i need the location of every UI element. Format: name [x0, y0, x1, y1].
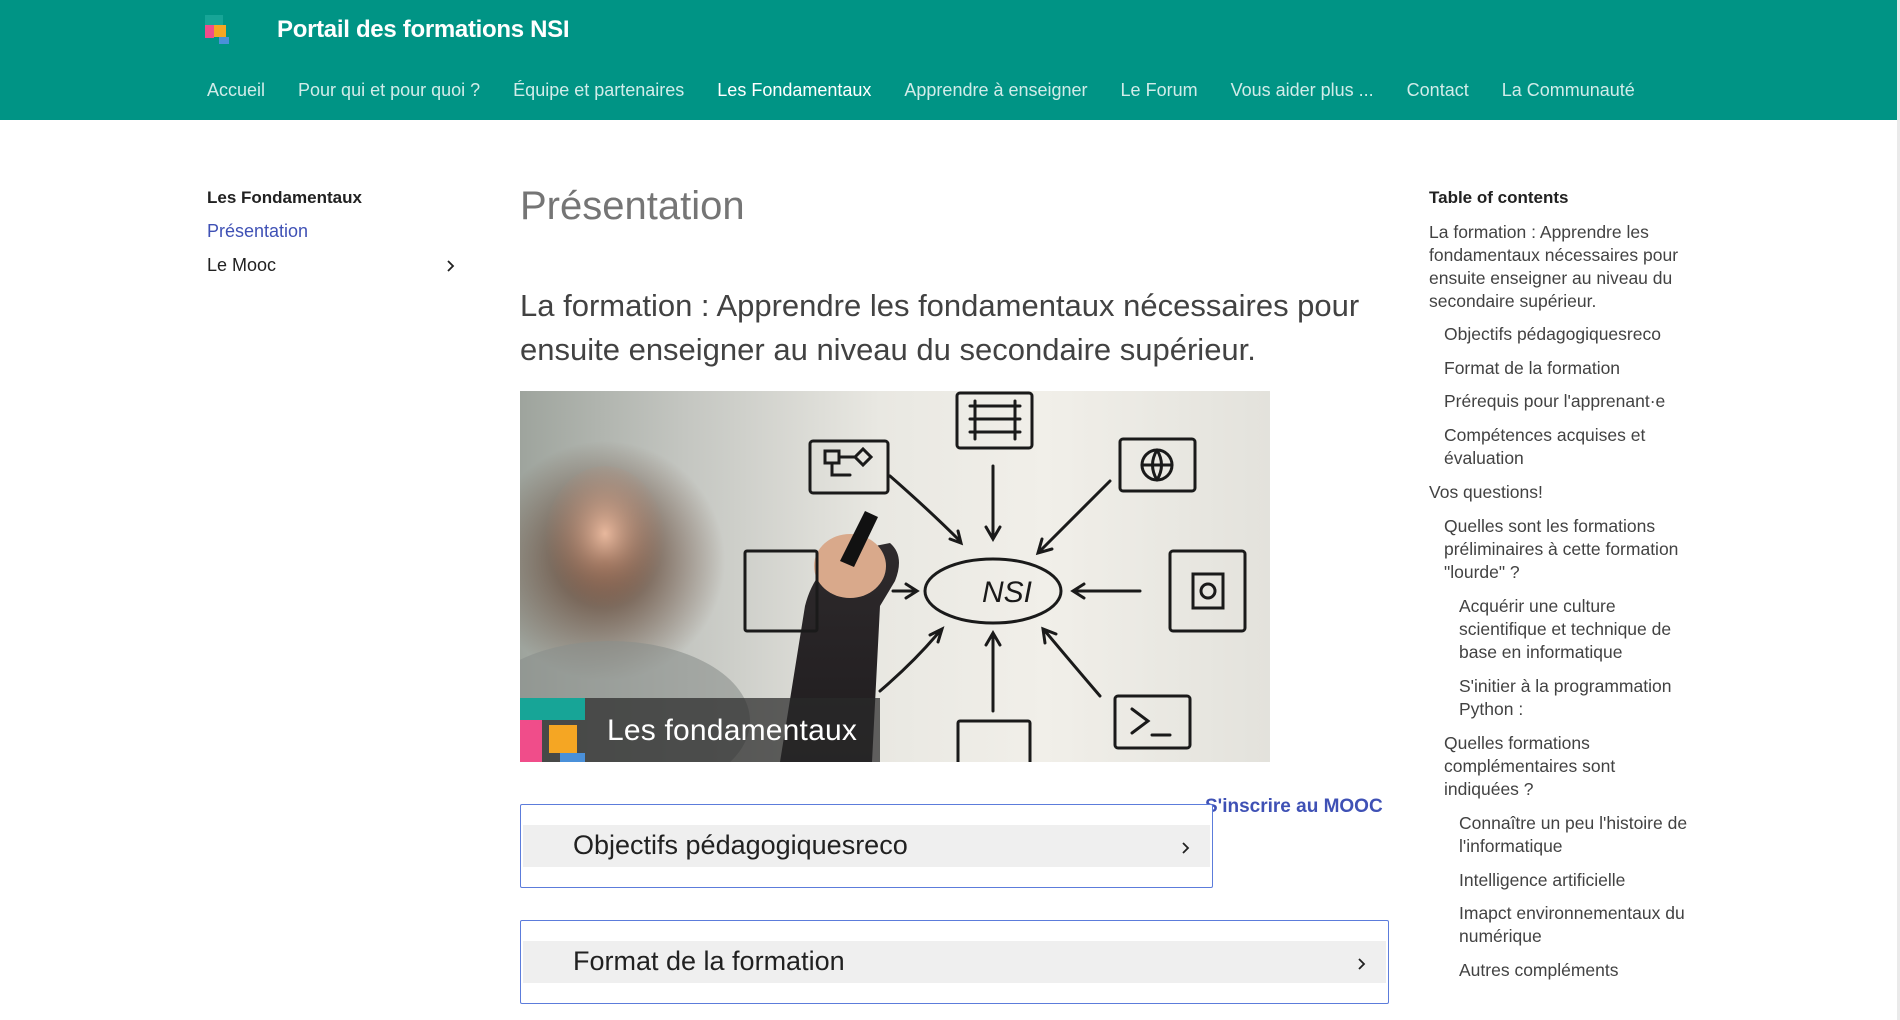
chevron-right-icon	[1358, 958, 1366, 970]
nav-vous-aider[interactable]: Vous aider plus ...	[1231, 80, 1374, 101]
nav-fondamentaux[interactable]: Les Fondamentaux	[717, 80, 871, 101]
caption-logo-teal	[520, 698, 585, 720]
caption-logo-blue	[560, 753, 585, 762]
subscribe-mooc-link[interactable]: S'inscrire au MOOC	[1205, 796, 1383, 818]
accordion-label: Objectifs pédagogiquesreco	[573, 830, 908, 860]
bottom-box	[956, 719, 1032, 762]
sidebar-item-presentation[interactable]: Présentation	[207, 221, 457, 242]
logo-orange-square	[214, 25, 226, 37]
nav-communaute[interactable]: La Communauté	[1502, 80, 1635, 101]
toc-item-prerequis[interactable]: Prérequis pour l'apprenant·e	[1444, 390, 1684, 413]
nav-contact[interactable]: Contact	[1407, 80, 1469, 101]
sidebar-title: Les Fondamentaux	[207, 188, 362, 207]
toc-item-ia[interactable]: Intelligence artificielle	[1459, 869, 1689, 892]
logo-blue-square	[219, 37, 229, 44]
nsi-center-label: NSI	[982, 576, 1032, 609]
sidebar-item-label: Présentation	[207, 221, 309, 241]
sidebar-item-label: Le Mooc	[207, 255, 277, 275]
nav-equipe[interactable]: Équipe et partenaires	[513, 80, 684, 101]
toc-item-histoire[interactable]: Connaître un peu l'histoire de l'informa…	[1459, 812, 1689, 858]
site-title[interactable]: Portail des formations NSI	[277, 16, 570, 44]
accordion-header[interactable]: Objectifs pédagogiquesreco	[523, 825, 1210, 867]
sidebar-item-le-mooc[interactable]: Le Mooc	[207, 255, 457, 276]
logo-pink-square	[205, 25, 214, 38]
hero-image: NSI Les fondamentaux	[520, 391, 1270, 762]
toc-item-impact[interactable]: Imapct environnementaux du numérique	[1459, 902, 1689, 948]
hero-caption: Les fondamentaux	[607, 714, 858, 747]
arrow-5	[1070, 582, 1142, 600]
terminal-icon	[1113, 694, 1192, 750]
nav-accueil[interactable]: Accueil	[207, 80, 265, 101]
arrow-2	[984, 464, 1002, 542]
toc-item-objectifs[interactable]: Objectifs pédagogiquesreco	[1444, 323, 1684, 346]
toc-item-formations-preliminaires[interactable]: Quelles sont les formations préliminaire…	[1444, 515, 1684, 584]
arrow-8	[1041, 626, 1102, 698]
toc-item-formations-complementaires[interactable]: Quelles formations complémentaires sont …	[1444, 732, 1684, 801]
main-nav: Accueil Pour qui et pour quoi ? Équipe e…	[207, 80, 1635, 101]
arrow-3	[1035, 479, 1112, 556]
accordion-format[interactable]: Format de la formation	[520, 920, 1389, 1004]
caption-logo-pink	[520, 720, 542, 762]
chevron-right-icon	[447, 260, 455, 272]
person-face	[545, 466, 665, 616]
accordion-objectifs[interactable]: Objectifs pédagogiquesreco	[520, 804, 1213, 888]
toc-item-python[interactable]: S'initier à la programmation Python :	[1459, 675, 1689, 721]
toc-item-culture-scientifique[interactable]: Acquérir une culture scientifique et tec…	[1459, 595, 1689, 664]
toc-item-format[interactable]: Format de la formation	[1444, 357, 1684, 380]
toc-item-competences[interactable]: Compétences acquises et évaluation	[1444, 424, 1684, 470]
caption-logo-orange	[549, 725, 577, 753]
page-title: Présentation	[520, 184, 745, 228]
nav-forum[interactable]: Le Forum	[1121, 80, 1198, 101]
arrow-6	[878, 626, 945, 693]
toc-item-autres[interactable]: Autres compléments	[1459, 959, 1689, 982]
arrow-7	[984, 630, 1002, 713]
arrow-1	[888, 474, 964, 546]
accordion-label: Format de la formation	[573, 946, 845, 976]
accordion-header[interactable]: Format de la formation	[523, 941, 1386, 983]
chip-icon	[1168, 549, 1247, 633]
arrow-4	[891, 582, 920, 600]
chevron-right-icon	[1182, 842, 1190, 854]
toc-item-la-formation[interactable]: La formation : Apprendre les fondamentau…	[1429, 221, 1689, 313]
nav-apprendre[interactable]: Apprendre à enseigner	[904, 80, 1087, 101]
flowchart-icon	[808, 439, 890, 495]
top-header: Portail des formations NSI Accueil Pour …	[0, 0, 1900, 120]
nav-pour-qui[interactable]: Pour qui et pour quoi ?	[298, 80, 480, 101]
toc-title: Table of contents	[1429, 188, 1569, 207]
toc-item-vos-questions[interactable]: Vos questions!	[1429, 481, 1689, 504]
section-heading: La formation : Apprendre les fondamentau…	[520, 288, 1360, 367]
site-logo[interactable]	[205, 15, 237, 47]
logo-teal-square	[205, 15, 223, 25]
hero-illustration: NSI	[520, 391, 1247, 762]
